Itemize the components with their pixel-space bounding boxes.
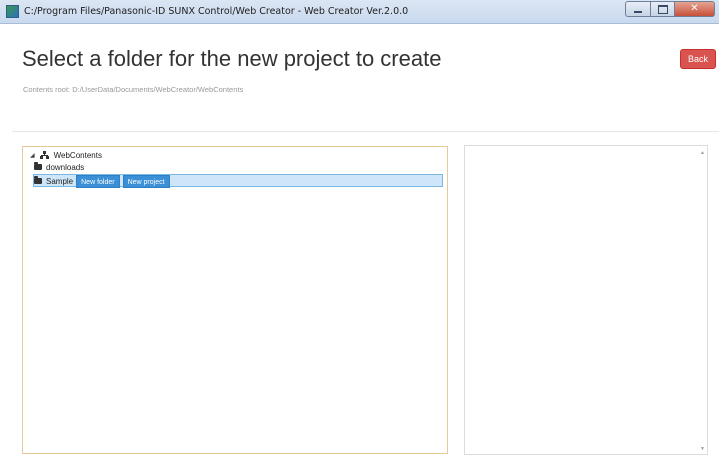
back-button[interactable]: Back xyxy=(680,49,716,69)
scroll-up-icon[interactable]: ▲ xyxy=(700,150,705,156)
minimize-button[interactable] xyxy=(625,1,651,17)
maximize-icon xyxy=(657,4,668,14)
tree-node-root[interactable]: ◢ WebContents xyxy=(30,149,102,161)
new-folder-button[interactable]: New folder xyxy=(76,174,120,188)
app-icon xyxy=(6,5,19,18)
folder-icon xyxy=(34,162,42,170)
tree-node-label: downloads xyxy=(46,162,85,172)
sitemap-icon xyxy=(39,151,49,159)
new-project-button[interactable]: New project xyxy=(122,174,170,188)
scroll-down-icon[interactable]: ▼ xyxy=(700,446,705,452)
minimize-icon xyxy=(634,10,642,13)
close-icon: ✕ xyxy=(690,3,699,14)
window-controls: ✕ xyxy=(625,1,715,18)
header-divider xyxy=(12,131,719,132)
tree-node-sample[interactable]: Sample New folder New project xyxy=(34,174,170,188)
page-title: Select a folder for the new project to c… xyxy=(22,46,442,71)
close-button[interactable]: ✕ xyxy=(675,1,715,17)
folder-tree-panel xyxy=(22,146,448,454)
window-titlebar: C:/Program Files/Panasonic-ID SUNX Contr… xyxy=(0,0,719,24)
contents-root-path: Contents root: D:/UserData/Documents/Web… xyxy=(23,85,244,94)
maximize-button[interactable] xyxy=(651,1,675,17)
tree-node-downloads[interactable]: downloads xyxy=(34,161,84,173)
tree-node-label: Sample xyxy=(46,176,74,186)
folder-icon xyxy=(34,176,42,184)
expand-caret-icon[interactable]: ◢ xyxy=(30,152,35,159)
window-title: C:/Program Files/Panasonic-ID SUNX Contr… xyxy=(24,6,409,17)
preview-panel: ▲ ▼ xyxy=(464,145,708,455)
tree-node-label: WebContents xyxy=(53,150,102,160)
